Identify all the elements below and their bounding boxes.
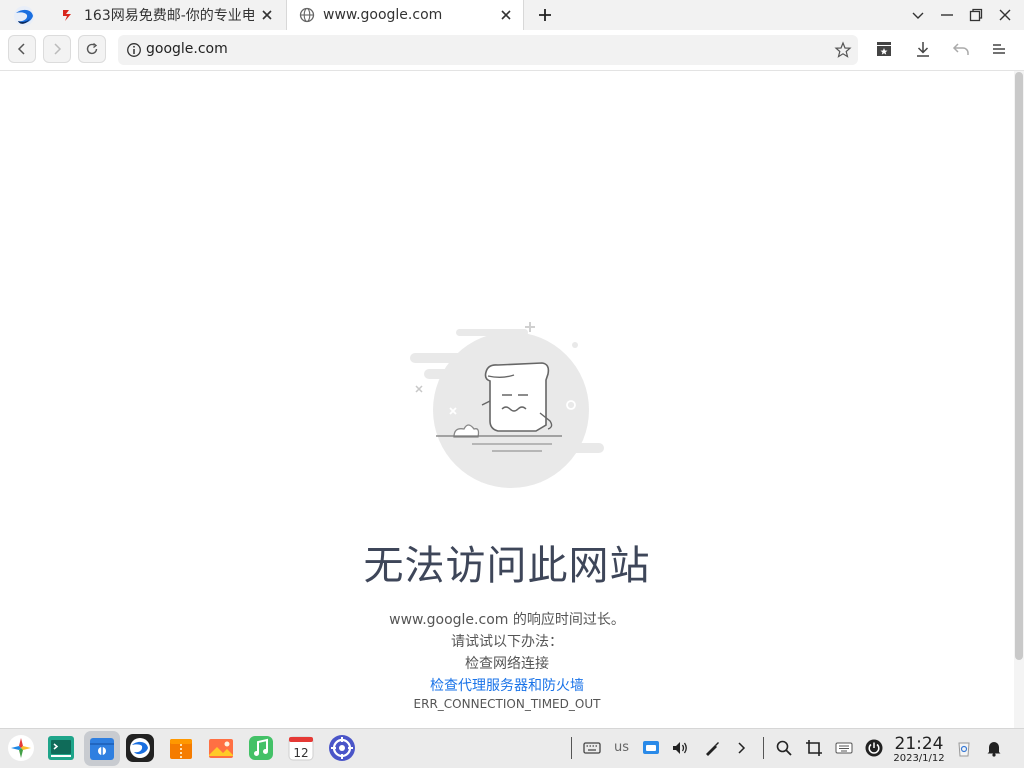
reload-icon [86,42,98,55]
power-icon[interactable] [865,739,883,757]
browser-icon[interactable] [125,733,155,763]
screenshot-icon[interactable] [805,739,823,757]
volume-icon[interactable] [671,739,689,757]
close-window-icon[interactable] [997,7,1013,23]
try-label: 请试试以下办法： [451,634,563,650]
trash-icon[interactable] [955,739,973,757]
forward-button[interactable] [43,35,71,63]
suggestion-proxy-firewall-row: 检查代理服务器和防火墙 [0,675,1014,695]
clock-time[interactable]: 21:24 [892,734,946,754]
notification-bell-icon[interactable] [985,739,1003,757]
taskbar: 12 us 21:24 2023/1/12 [0,728,1024,768]
onscreen-keyboard-icon[interactable] [835,739,853,757]
archive-icon[interactable] [166,733,196,763]
tab-title: 163网易免费邮-你的专业电子邮局 [84,8,254,24]
tab-title: www.google.com [323,7,443,23]
reload-button[interactable] [78,35,106,63]
tray-separator [763,737,764,759]
error-code: ERR_CONNECTION_TIMED_OUT [413,697,601,711]
tray-separator [571,737,572,759]
scrollbar-thumb[interactable] [1015,72,1023,660]
tab-163-mail[interactable]: 163网易免费邮-你的专业电子邮局 [48,0,284,30]
undo-icon[interactable] [951,39,971,59]
image-viewer-icon[interactable] [206,733,236,763]
info-icon[interactable] [126,42,142,58]
notification-messages-icon[interactable] [642,739,660,757]
globe-icon [299,7,315,23]
suggestion-check-network: 检查网络连接 [465,656,549,672]
tray-expand-chevron-icon[interactable] [733,739,751,757]
calendar-icon[interactable]: 12 [286,733,316,763]
launcher-icon[interactable] [6,733,36,763]
settings-icon[interactable] [327,733,357,763]
error-message: www.google.com 的响应时间过长。 [389,612,625,628]
terminal-icon[interactable] [46,733,76,763]
tab-google[interactable]: www.google.com [286,0,524,30]
pen-tool-icon[interactable] [703,739,721,757]
broken-page-illustration [410,322,604,488]
error-title: 无法访问此网站 [363,543,651,589]
forward-icon [54,43,62,55]
close-tab-icon[interactable] [499,8,513,22]
back-icon [17,43,25,55]
check-proxy-firewall-link[interactable]: 检查代理服务器和防火墙 [430,678,584,694]
search-icon[interactable] [775,739,793,757]
tab-strip: 163网易免费邮-你的专业电子邮局 www.google.com [0,0,1024,30]
browser-toolbar: google.com [0,30,1024,71]
collections-icon[interactable] [874,39,894,59]
close-tab-icon[interactable] [260,8,274,22]
clock-date[interactable]: 2023/1/12 [892,753,946,764]
music-icon[interactable] [246,733,276,763]
new-tab-icon[interactable] [536,6,554,24]
url-text[interactable]: google.com [146,41,228,57]
tab-list-chevron-icon[interactable] [910,7,926,23]
keyboard-icon[interactable] [583,739,601,757]
restore-icon[interactable] [968,7,984,23]
keyboard-layout-indicator[interactable]: us [614,740,629,755]
minimize-icon[interactable] [939,7,955,23]
address-bar[interactable]: google.com [118,35,858,65]
page-content: 无法访问此网站 www.google.com 的响应时间过长。 请试试以下办法：… [0,71,1014,728]
browser-logo-icon[interactable] [12,5,36,27]
calendar-day: 12 [293,746,308,760]
menu-icon[interactable] [989,39,1009,59]
download-icon[interactable] [913,39,933,59]
bookmark-star-icon[interactable] [834,41,852,59]
browser-window: 163网易免费邮-你的专业电子邮局 www.google.com [0,0,1024,728]
back-button[interactable] [8,35,36,63]
app-store-icon[interactable] [87,733,117,763]
netease-mail-icon [63,10,71,21]
